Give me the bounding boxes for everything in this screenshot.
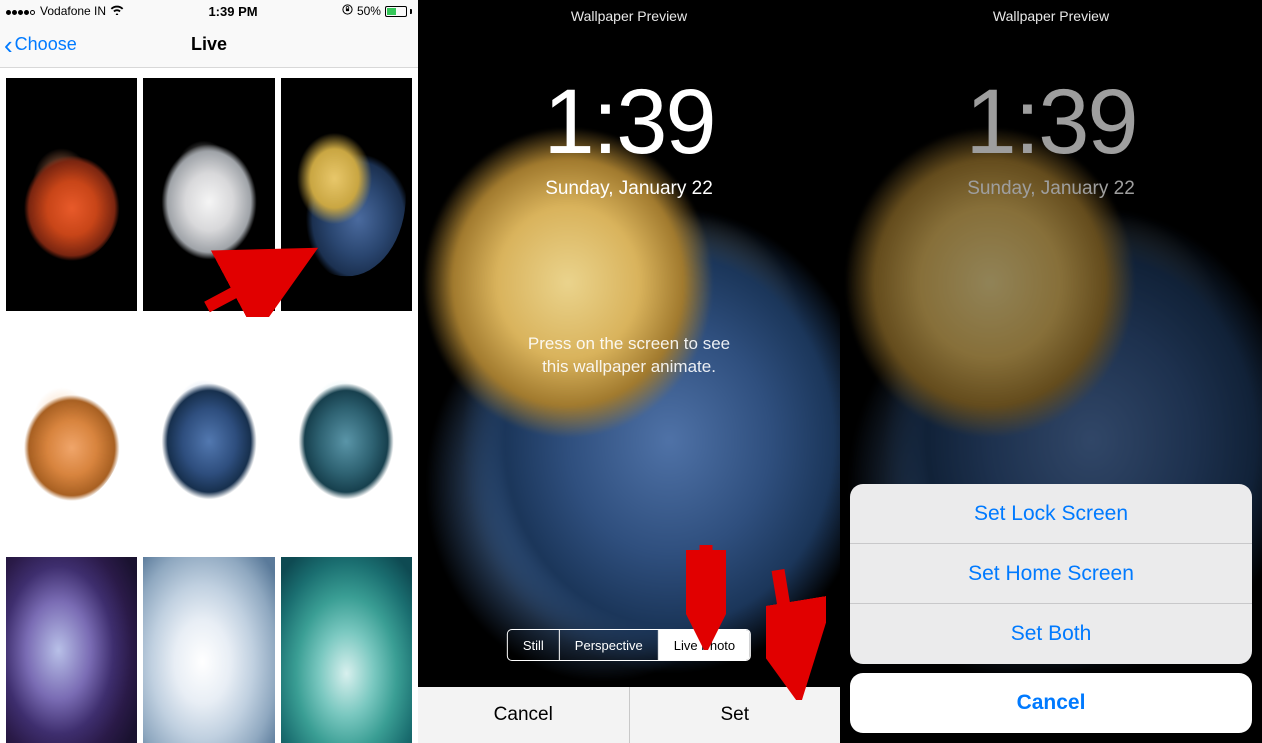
wallpaper-tile[interactable] xyxy=(143,557,274,743)
back-button[interactable]: ‹ Choose xyxy=(4,32,77,58)
lock-clock: 1:39 xyxy=(418,70,840,175)
motion-segmented-control: Still Perspective Live Photo xyxy=(507,629,751,661)
lock-date: Sunday, January 22 xyxy=(418,178,840,200)
cancel-button[interactable]: Cancel xyxy=(850,673,1252,733)
press-hint-line1: Press on the screen to see xyxy=(528,334,730,353)
back-label: Choose xyxy=(15,34,77,55)
lock-date: Sunday, January 22 xyxy=(840,178,1262,200)
set-home-screen-button[interactable]: Set Home Screen xyxy=(850,544,1252,604)
preview-header: Wallpaper Preview xyxy=(840,8,1262,24)
wallpaper-tile[interactable] xyxy=(6,317,137,550)
wallpaper-tile[interactable] xyxy=(281,317,412,550)
wallpaper-tile[interactable] xyxy=(281,78,412,311)
status-left: Vodafone IN xyxy=(6,4,124,18)
status-right: 50% xyxy=(342,4,412,18)
action-sheet: Set Lock Screen Set Home Screen Set Both… xyxy=(850,484,1252,733)
press-hint: Press on the screen to see this wallpape… xyxy=(418,333,840,379)
wallpaper-tile[interactable] xyxy=(6,78,137,311)
battery-percent: 50% xyxy=(357,4,381,18)
segment-still[interactable]: Still xyxy=(508,630,560,660)
set-both-button[interactable]: Set Both xyxy=(850,604,1252,664)
cancel-button[interactable]: Cancel xyxy=(418,687,630,743)
preview-toolbar: Cancel Set xyxy=(418,687,840,743)
wallpaper-grid xyxy=(0,68,418,743)
battery-icon xyxy=(385,6,412,17)
press-hint-line2: this wallpaper animate. xyxy=(542,357,716,376)
set-lock-screen-button[interactable]: Set Lock Screen xyxy=(850,484,1252,544)
set-button[interactable]: Set xyxy=(630,687,841,743)
chevron-left-icon: ‹ xyxy=(4,32,13,58)
status-bar: Vodafone IN 1:39 PM 50% xyxy=(0,0,418,22)
wifi-icon xyxy=(110,4,124,18)
segment-live-photo[interactable]: Live Photo xyxy=(659,630,750,660)
status-time: 1:39 PM xyxy=(208,4,257,19)
phone-choose-live: Vodafone IN 1:39 PM 50% ‹ Choose Live xyxy=(0,0,418,743)
preview-header: Wallpaper Preview xyxy=(418,8,840,24)
segment-perspective[interactable]: Perspective xyxy=(560,630,659,660)
lock-clock: 1:39 xyxy=(840,70,1262,175)
wallpaper-tile[interactable] xyxy=(281,557,412,743)
carrier-label: Vodafone IN xyxy=(40,4,106,18)
wallpaper-tile[interactable] xyxy=(143,317,274,550)
orientation-lock-icon xyxy=(342,4,353,18)
wallpaper-tile[interactable] xyxy=(143,78,274,311)
page-title: Live xyxy=(191,34,227,55)
nav-bar: ‹ Choose Live xyxy=(0,22,418,68)
action-sheet-options: Set Lock Screen Set Home Screen Set Both xyxy=(850,484,1252,664)
phone-wallpaper-preview: Wallpaper Preview 1:39 Sunday, January 2… xyxy=(418,0,840,743)
phone-set-options: Wallpaper Preview 1:39 Sunday, January 2… xyxy=(840,0,1262,743)
signal-dots-icon xyxy=(6,4,36,18)
wallpaper-tile[interactable] xyxy=(6,557,137,743)
